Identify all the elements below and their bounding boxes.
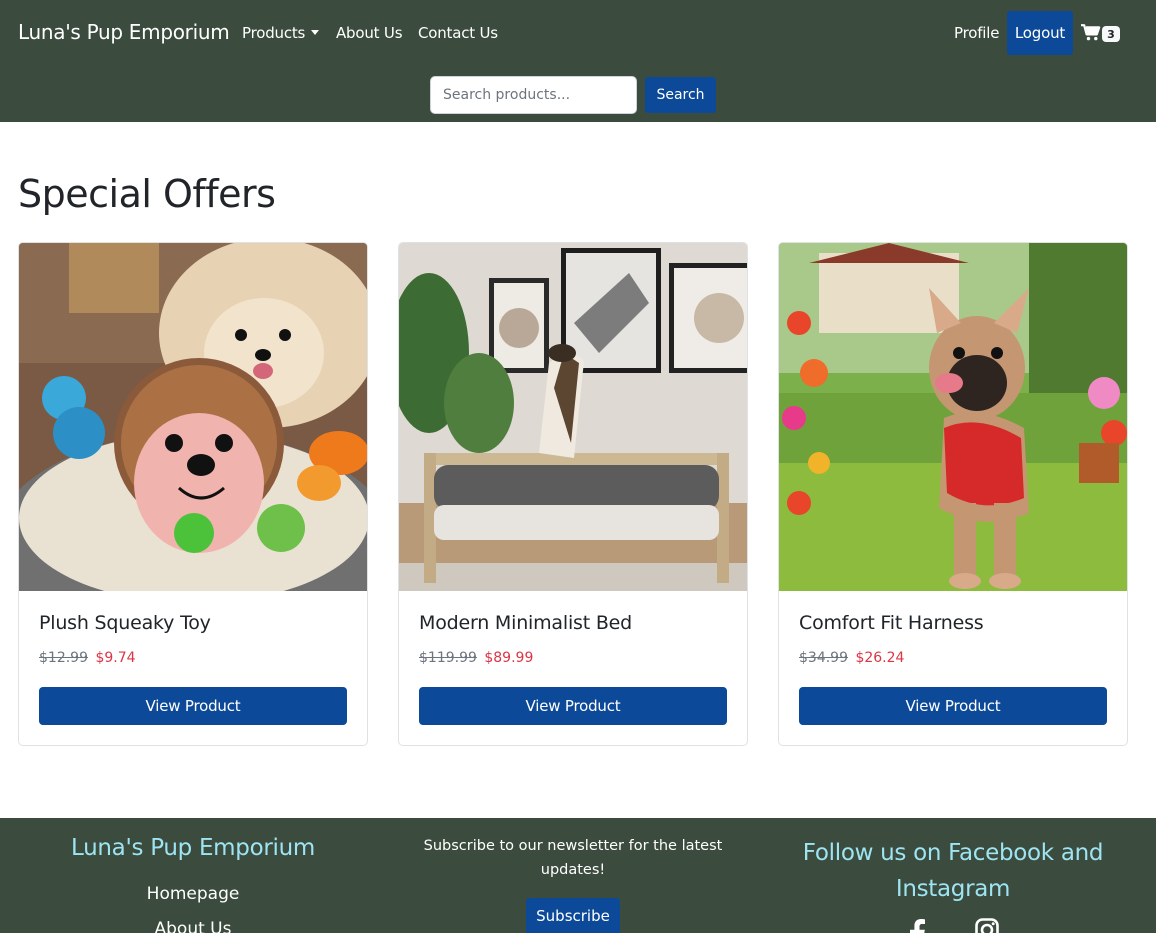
original-price: $34.99 xyxy=(799,650,848,666)
sale-price: $89.99 xyxy=(484,650,534,666)
view-product-button[interactable]: View Product xyxy=(799,687,1107,725)
footer-link-about[interactable]: About Us xyxy=(0,919,386,933)
nav-products-label: Products xyxy=(242,24,306,42)
product-title: Comfort Fit Harness xyxy=(799,612,984,634)
brand-logo-text[interactable]: Luna's Pup Emporium xyxy=(18,20,230,44)
instagram-icon[interactable] xyxy=(975,918,999,933)
product-price: $119.99 $89.99 xyxy=(419,650,533,666)
chevron-down-icon xyxy=(311,30,320,35)
footer-brand: Luna's Pup Emporium xyxy=(71,835,315,861)
nav-about-link[interactable]: About Us xyxy=(336,24,403,42)
page-title: Special Offers xyxy=(18,172,276,216)
search-input[interactable] xyxy=(430,76,637,114)
product-card: Modern Minimalist Bed $119.99 $89.99 Vie… xyxy=(398,242,748,746)
product-title: Plush Squeaky Toy xyxy=(39,612,211,634)
nav-profile-link[interactable]: Profile xyxy=(954,24,999,42)
follow-us-text: Follow us on Facebook and Instagram xyxy=(802,840,1104,902)
newsletter-text: Subscribe to our newsletter for the late… xyxy=(423,838,723,878)
product-title: Modern Minimalist Bed xyxy=(419,612,633,634)
top-navbar: Luna's Pup Emporium Products About Us Co… xyxy=(0,0,1156,122)
nav-contact-link[interactable]: Contact Us xyxy=(418,24,498,42)
shopping-cart-icon xyxy=(1081,24,1101,41)
search-button[interactable]: Search xyxy=(645,77,716,113)
original-price: $12.99 xyxy=(39,650,88,666)
product-card: Comfort Fit Harness $34.99 $26.24 View P… xyxy=(778,242,1128,746)
site-footer: Luna's Pup Emporium Homepage About Us Su… xyxy=(0,818,1156,933)
sale-price: $9.74 xyxy=(95,650,136,666)
cart-count-badge: 3 xyxy=(1102,26,1120,42)
product-image-plush-toy[interactable] xyxy=(19,243,367,591)
nav-products-dropdown[interactable]: Products xyxy=(242,24,320,42)
cart-button[interactable]: 3 xyxy=(1081,22,1121,44)
view-product-button[interactable]: View Product xyxy=(39,687,347,725)
footer-link-homepage[interactable]: Homepage xyxy=(0,884,386,904)
view-product-button[interactable]: View Product xyxy=(419,687,727,725)
product-image-minimalist-bed[interactable] xyxy=(399,243,747,591)
sale-price: $26.24 xyxy=(855,650,905,666)
product-card: Plush Squeaky Toy $12.99 $9.74 View Prod… xyxy=(18,242,368,746)
product-price: $34.99 $26.24 xyxy=(799,650,904,666)
original-price: $119.99 xyxy=(419,650,477,666)
product-image-harness[interactable] xyxy=(779,243,1127,591)
facebook-icon[interactable] xyxy=(908,918,926,933)
logout-button[interactable]: Logout xyxy=(1007,11,1073,55)
subscribe-button[interactable]: Subscribe xyxy=(526,898,620,933)
product-price: $12.99 $9.74 xyxy=(39,650,136,666)
